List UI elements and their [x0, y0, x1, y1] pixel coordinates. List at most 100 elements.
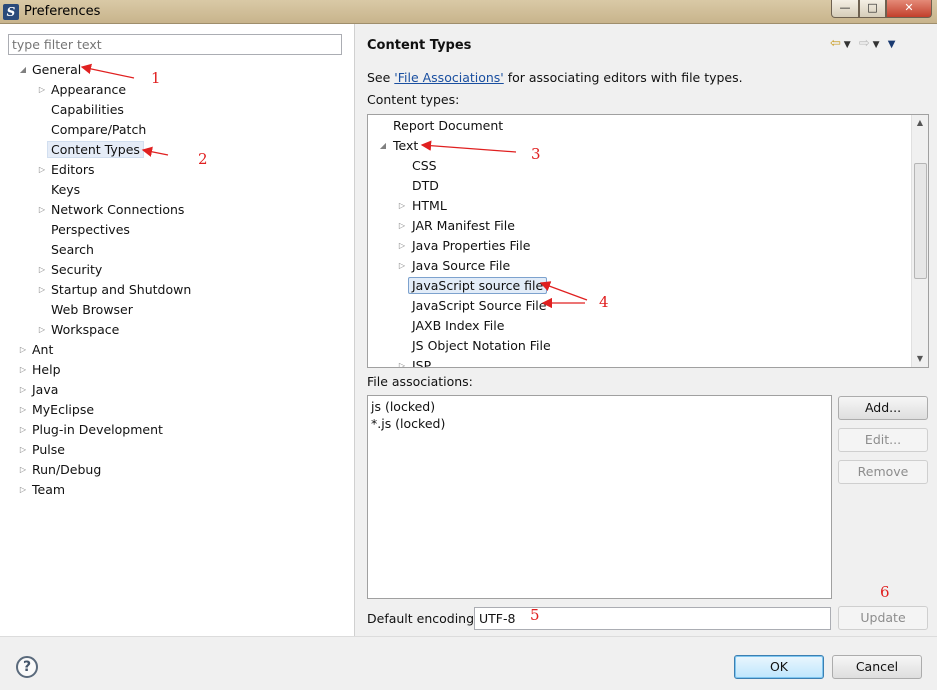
- tree-label: HTML: [412, 198, 447, 213]
- tree-label: Editors: [51, 162, 95, 177]
- maximize-button[interactable]: □: [859, 0, 886, 18]
- annotation-3: 3: [531, 145, 541, 163]
- tree-label: Keys: [51, 182, 81, 197]
- tree-item-keys[interactable]: Keys: [51, 180, 80, 200]
- tree-label-selected: JavaScript source file: [408, 277, 548, 294]
- collapsed-triangle-icon: ▷: [38, 265, 46, 274]
- tree-label: Text: [393, 138, 419, 153]
- ok-button[interactable]: OK: [734, 655, 824, 679]
- forward-arrow-icon[interactable]: ⇨: [859, 36, 870, 51]
- collapsed-triangle-icon: ▷: [19, 425, 27, 434]
- title-bar: S Preferences — □ ✕: [0, 0, 937, 24]
- file-associations-label: File associations:: [367, 374, 473, 389]
- expanded-triangle-icon: ◢: [379, 141, 387, 150]
- expanded-triangle-icon: ◢: [19, 65, 27, 74]
- tree-label: Security: [51, 262, 103, 277]
- annotation-6: 6: [880, 583, 890, 601]
- tree-label: General: [32, 62, 82, 77]
- annotation-1: 1: [151, 69, 161, 87]
- scroll-up-icon[interactable]: ▲: [912, 115, 928, 131]
- collapsed-triangle-icon: ▷: [19, 445, 27, 454]
- content-types-tree[interactable]: Report Document ◢ Text CSS DTD ▷ HTML ▷ …: [367, 114, 929, 368]
- tree-label: JAR Manifest File: [412, 218, 515, 233]
- collapsed-triangle-icon: ▷: [38, 85, 46, 94]
- collapsed-triangle-icon: ▷: [38, 165, 46, 174]
- tree-item-capabilities[interactable]: Capabilities: [51, 100, 124, 120]
- tree-item-web-browser[interactable]: Web Browser: [51, 300, 133, 320]
- pane-splitter[interactable]: [354, 24, 355, 636]
- collapsed-triangle-icon: ▷: [19, 345, 27, 354]
- annotation-5: 5: [530, 606, 540, 624]
- type-css[interactable]: CSS: [412, 156, 437, 176]
- tree-item-content-types[interactable]: Content Types: [47, 140, 144, 160]
- tree-label: Java Source File: [412, 258, 511, 273]
- tree-label-selected: Content Types: [47, 141, 144, 158]
- close-button[interactable]: ✕: [886, 0, 932, 18]
- scroll-thumb[interactable]: [914, 163, 927, 279]
- collapsed-triangle-icon: ▷: [38, 205, 46, 214]
- tree-label: Java Properties File: [412, 238, 531, 253]
- tree-label: Run/Debug: [32, 462, 102, 477]
- tree-label: Compare/Patch: [51, 122, 147, 137]
- back-arrow-icon[interactable]: ⇦: [830, 36, 841, 51]
- tree-label: Help: [32, 362, 61, 377]
- eclipse-icon: S: [3, 4, 19, 20]
- type-javascript-source-file-selected[interactable]: JavaScript source file: [408, 276, 548, 296]
- update-button[interactable]: Update: [838, 606, 928, 630]
- tree-label: Appearance: [51, 82, 127, 97]
- scroll-down-icon[interactable]: ▼: [912, 351, 928, 367]
- edit-button[interactable]: Edit...: [838, 428, 928, 452]
- add-button[interactable]: Add...: [838, 396, 928, 420]
- collapsed-triangle-icon: ▷: [19, 465, 27, 474]
- preference-tree-pane: ◢ General ▷ Appearance Capabilities Comp…: [0, 24, 354, 636]
- collapsed-triangle-icon: ▷: [398, 221, 406, 230]
- collapsed-triangle-icon: ▷: [398, 261, 406, 270]
- tree-label: Web Browser: [51, 302, 133, 317]
- tree-label: JavaScript Source File: [412, 298, 547, 313]
- default-encoding-input[interactable]: UTF-8: [474, 607, 831, 630]
- type-json[interactable]: JS Object Notation File: [412, 336, 551, 356]
- see-file-associations-text: See 'File Associations' for associating …: [367, 70, 743, 85]
- remove-button[interactable]: Remove: [838, 460, 928, 484]
- tree-item-perspectives[interactable]: Perspectives: [51, 220, 130, 240]
- type-dtd[interactable]: DTD: [412, 176, 439, 196]
- type-report-document[interactable]: Report Document: [393, 116, 503, 136]
- tree-label: DTD: [412, 178, 439, 193]
- tree-label: Perspectives: [51, 222, 130, 237]
- tree-label: Workspace: [51, 322, 120, 337]
- cancel-button[interactable]: Cancel: [832, 655, 922, 679]
- file-associations-list[interactable]: js (locked) *.js (locked): [367, 395, 832, 599]
- help-icon[interactable]: ?: [16, 656, 38, 678]
- tree-label: JSP: [412, 358, 432, 368]
- file-associations-link[interactable]: 'File Associations': [394, 70, 503, 85]
- tree-item-search[interactable]: Search: [51, 240, 94, 260]
- tree-item-compare-patch[interactable]: Compare/Patch: [51, 120, 146, 140]
- view-menu-icon[interactable]: ▼: [888, 39, 896, 50]
- back-menu-icon[interactable]: ▼: [841, 40, 851, 50]
- tree-label: JAXB Index File: [412, 318, 505, 333]
- collapsed-triangle-icon: ▷: [19, 485, 27, 494]
- collapsed-triangle-icon: ▷: [38, 285, 46, 294]
- collapsed-triangle-icon: ▷: [38, 325, 46, 334]
- list-item[interactable]: js (locked): [371, 398, 435, 415]
- tree-label: Pulse: [32, 442, 65, 457]
- list-item[interactable]: *.js (locked): [371, 415, 445, 432]
- tree-label: JS Object Notation File: [412, 338, 551, 353]
- tree-label: Team: [32, 482, 66, 497]
- content-types-scrollbar[interactable]: ▲ ▼: [911, 115, 928, 367]
- collapsed-triangle-icon: ▷: [19, 365, 27, 374]
- type-javascript-source-file[interactable]: JavaScript Source File: [412, 296, 546, 316]
- tree-label: MyEclipse: [32, 402, 95, 417]
- type-jaxb-index[interactable]: JAXB Index File: [412, 316, 504, 336]
- tree-label: Capabilities: [51, 102, 124, 117]
- minimize-button[interactable]: —: [831, 0, 859, 18]
- filter-input[interactable]: [8, 34, 342, 55]
- annotation-4: 4: [599, 293, 609, 311]
- see-suffix: for associating editors with file types.: [503, 70, 743, 85]
- see-prefix: See: [367, 70, 395, 85]
- window-title: Preferences: [24, 4, 101, 19]
- default-encoding-label: Default encoding:: [367, 611, 479, 626]
- forward-menu-icon[interactable]: ▼: [870, 40, 880, 50]
- content-types-label: Content types:: [367, 92, 460, 107]
- tree-label: Startup and Shutdown: [51, 282, 192, 297]
